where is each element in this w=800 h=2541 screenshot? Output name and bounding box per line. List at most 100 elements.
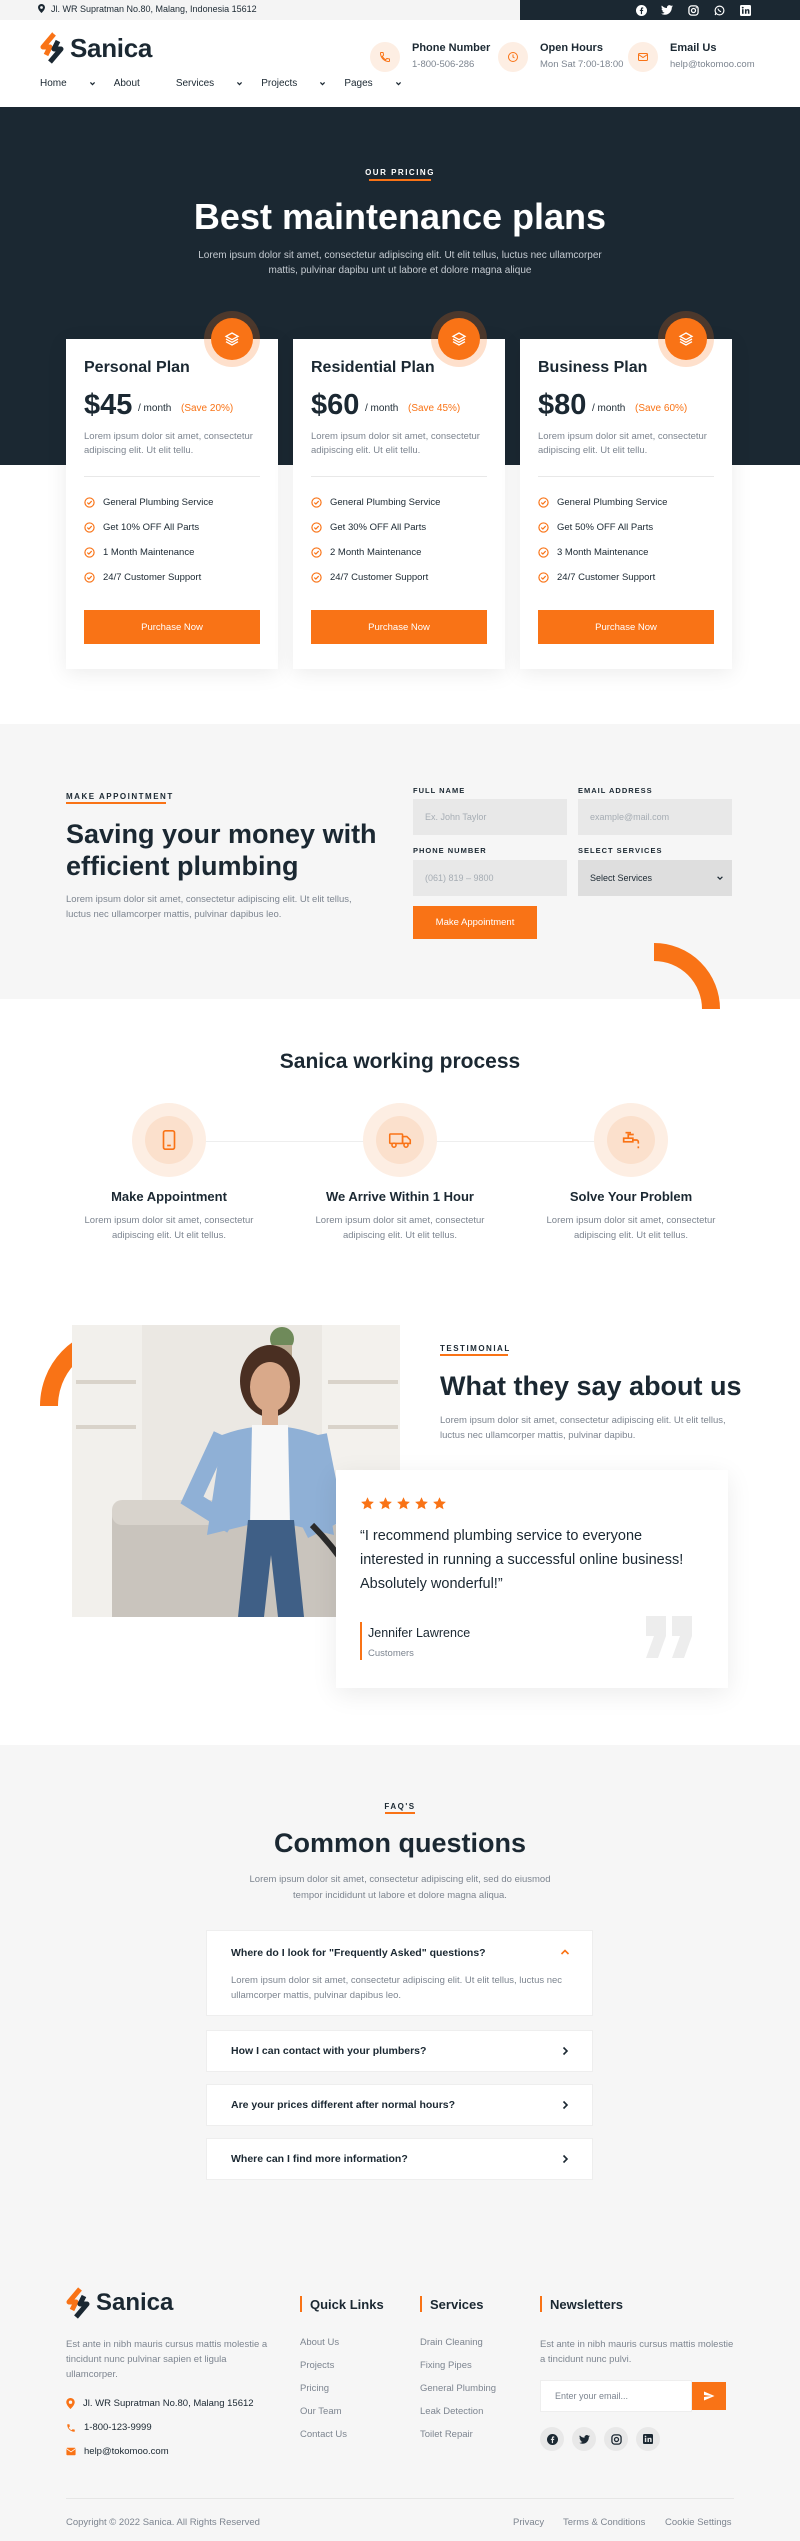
chevron-down-icon: [237, 82, 243, 86]
copyright: Copyright © 2022 Sanica. All Rights Rese…: [66, 2517, 260, 2528]
instagram-icon[interactable]: [686, 3, 700, 17]
name-field[interactable]: Ex. John Taylor: [413, 799, 567, 835]
service-link[interactable]: Fixing Pipes: [420, 2360, 496, 2371]
quick-link[interactable]: Projects: [300, 2360, 347, 2371]
heading-accent: [420, 2296, 422, 2312]
eyebrow-underline: [385, 1812, 415, 1814]
process-step-title: We Arrive Within 1 Hour: [326, 1189, 474, 1204]
plan-feature: Get 10% OFF All Parts: [84, 522, 199, 533]
twitter-icon[interactable]: [572, 2427, 596, 2451]
pricing-eyebrow: OUR PRICING: [365, 168, 435, 177]
purchase-button[interactable]: Purchase Now: [311, 610, 487, 644]
process-step-title: Solve Your Problem: [569, 1189, 693, 1204]
header-email[interactable]: Email Us help@tokomoo.com: [628, 42, 755, 72]
service-link[interactable]: Leak Detection: [420, 2406, 496, 2417]
brand-name: Sanica: [70, 32, 153, 63]
purchase-button[interactable]: Purchase Now: [84, 610, 260, 644]
nav-item-pages[interactable]: Pages: [344, 78, 401, 89]
service-label: SELECT SERVICES: [578, 846, 663, 855]
plan-saving: (Save 60%): [635, 403, 688, 414]
facebook-icon[interactable]: [540, 2427, 564, 2451]
check-circle-icon: [311, 497, 322, 508]
check-circle-icon: [538, 497, 549, 508]
footer-phone[interactable]: 1-800-123-9999: [66, 2422, 152, 2433]
service-select[interactable]: Select Services: [578, 860, 732, 896]
faq-title: Common questions: [273, 1828, 526, 1858]
mail-icon: [628, 42, 658, 72]
footer-logo[interactable]: Sanica: [66, 2287, 173, 2319]
brand-logo[interactable]: Sanica: [40, 30, 152, 66]
truck-icon: [376, 1116, 424, 1164]
testimonial-title: What they say about us: [440, 1371, 742, 1401]
facebook-icon[interactable]: [634, 3, 648, 17]
header-phone[interactable]: Phone Number 1-800-506-286: [370, 42, 490, 72]
main-nav: Home About Services Projects Pages: [40, 78, 420, 89]
heading-accent: [540, 2296, 542, 2312]
map-pin-icon: [38, 4, 45, 13]
nav-item-projects[interactable]: Projects: [261, 78, 326, 89]
chevron-right-icon: [562, 2046, 569, 2056]
services-heading: Services: [420, 2296, 484, 2312]
pricing-subtitle: Lorem ipsum dolor sit amet, consectetur …: [198, 250, 602, 276]
phone-field[interactable]: (061) 819 – 9800: [413, 860, 567, 896]
footer-link-privacy[interactable]: Privacy: [513, 2517, 544, 2528]
linkedin-icon[interactable]: [738, 3, 752, 17]
footer-divider: [66, 2498, 734, 2499]
plan-feature: General Plumbing Service: [84, 497, 213, 508]
phone-label: PHONE NUMBER: [413, 846, 487, 855]
twitter-icon[interactable]: [660, 3, 674, 17]
faq-item[interactable]: How I can contact with your plumbers?: [206, 2030, 593, 2072]
plan-desc: Lorem ipsum dolor sit amet, consectetur …: [84, 431, 253, 456]
newsletter-desc: Est ante in nibh mauris cursus mattis mo…: [540, 2339, 734, 2365]
quick-link[interactable]: About Us: [300, 2337, 347, 2348]
star-icon: [415, 1497, 428, 1510]
nav-item-services[interactable]: Services: [176, 78, 243, 89]
purchase-button[interactable]: Purchase Now: [538, 610, 714, 644]
email-field[interactable]: example@mail.com: [578, 799, 732, 835]
quick-link[interactable]: Pricing: [300, 2383, 347, 2394]
author-name: Jennifer Lawrence: [368, 1626, 471, 1640]
logo-icon: [66, 2287, 90, 2319]
nav-item-about[interactable]: About: [114, 78, 158, 89]
faq-item[interactable]: Are your prices different after normal h…: [206, 2084, 593, 2126]
newsletter-email-input[interactable]: Enter your email...: [540, 2380, 692, 2412]
testimonial-quote: “I recommend plumbing service to everyon…: [360, 1528, 684, 1592]
plan-feature: 3 Month Maintenance: [538, 547, 648, 558]
chevron-down-icon: [320, 82, 326, 86]
footer-about: Est ante in nibh mauris cursus mattis mo…: [66, 2339, 268, 2380]
process-step-badge: [132, 1103, 206, 1177]
service-link[interactable]: General Plumbing: [420, 2383, 496, 2394]
stack-icon: [438, 318, 480, 360]
faq-subtitle: Lorem ipsum dolor sit amet, consectetur …: [249, 1874, 551, 1901]
make-appointment-button[interactable]: Make Appointment: [413, 906, 537, 939]
service-link[interactable]: Toilet Repair: [420, 2429, 496, 2440]
quick-link[interactable]: Our Team: [300, 2406, 347, 2417]
quote-mark-icon: [646, 1616, 692, 1658]
plan-feature: Get 30% OFF All Parts: [311, 522, 426, 533]
nav-item-home[interactable]: Home: [40, 78, 96, 89]
header-info-title: Email Us: [670, 42, 717, 54]
footer-link-cookies[interactable]: Cookie Settings: [665, 2517, 732, 2528]
faq-item-open[interactable]: Where do I look for "Frequently Asked" q…: [206, 1930, 593, 2016]
mail-icon: [66, 2447, 76, 2456]
header-info-value: help@tokomoo.com: [670, 59, 755, 70]
chevron-right-icon: [562, 2154, 569, 2164]
database-icon: [665, 318, 707, 360]
check-circle-icon: [84, 572, 95, 583]
newsletter-submit-button[interactable]: [692, 2382, 726, 2410]
faq-question: How I can contact with your plumbers?: [231, 2045, 427, 2057]
send-icon: [704, 2391, 715, 2401]
quick-link[interactable]: Contact Us: [300, 2429, 347, 2440]
header-hours: Open Hours Mon Sat 7:00-18:00: [498, 42, 623, 72]
process-step-badge: [363, 1103, 437, 1177]
service-link[interactable]: Drain Cleaning: [420, 2337, 496, 2348]
linkedin-icon[interactable]: [636, 2427, 660, 2451]
pricing-title: Best maintenance plans: [193, 196, 607, 237]
whatsapp-icon[interactable]: [712, 3, 726, 17]
pricing-card: Residential Plan $60 / month (Save 45%) Lore…: [293, 318, 505, 669]
faq-item[interactable]: Where can I find more information?: [206, 2138, 593, 2180]
footer-link-terms[interactable]: Terms & Conditions: [563, 2517, 645, 2528]
footer-email[interactable]: help@tokomoo.com: [66, 2446, 169, 2457]
instagram-icon[interactable]: [604, 2427, 628, 2451]
plan-desc: Lorem ipsum dolor sit amet, consectetur …: [538, 431, 707, 456]
